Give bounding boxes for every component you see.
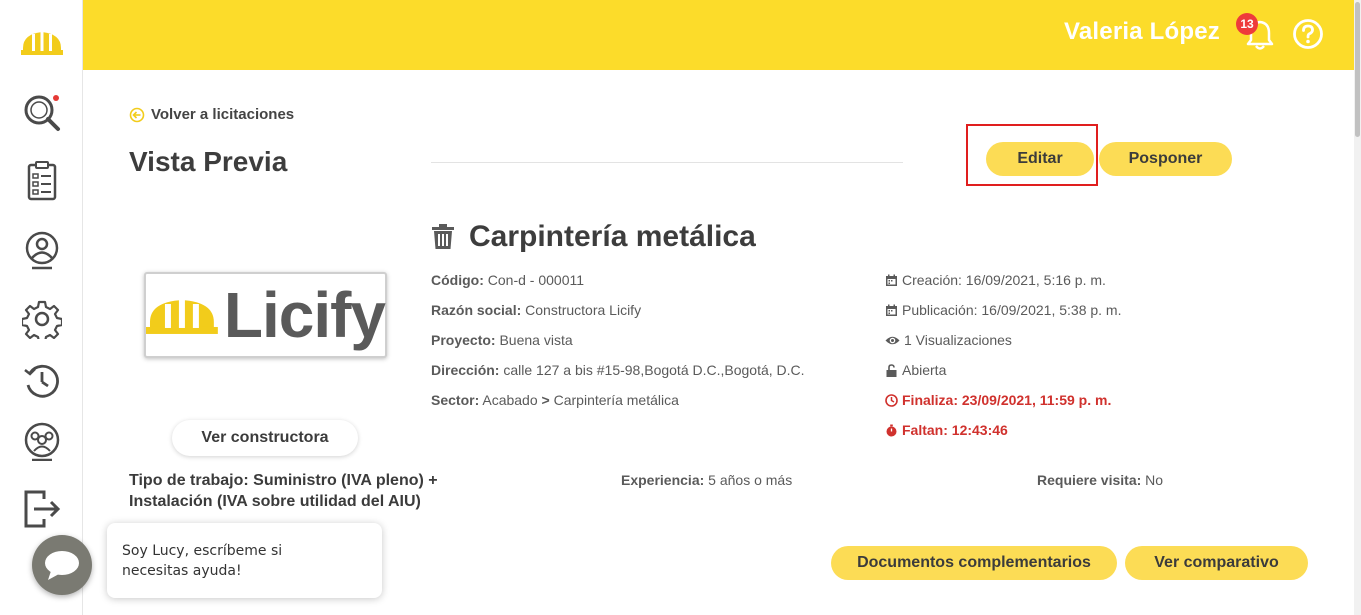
meta-faltan: Faltan: 12:43:46 <box>885 422 1008 438</box>
meta-creacion: Creación: 16/09/2021, 5:16 p. m. <box>885 272 1106 288</box>
info-codigo: Código: Con-d - 000011 <box>431 272 584 288</box>
work-type-line-1: Tipo de trabajo: Suministro (IVA pleno) … <box>129 472 438 489</box>
info-direccion: Dirección: calle 127 a bis #15-98,Bogotá… <box>431 362 805 378</box>
meta-publicacion-text: Publicación: 16/09/2021, 5:38 p. m. <box>902 302 1122 318</box>
info-value: Constructora Licify <box>525 302 642 318</box>
notification-badge: 13 <box>1236 13 1258 35</box>
search-icon[interactable] <box>21 92 63 134</box>
meta-estado: Abierta <box>885 362 946 378</box>
meta-faltan-text: Faltan: 12:43:46 <box>902 422 1008 438</box>
info-label: Experiencia: <box>621 472 705 488</box>
project-name: Carpintería metálica <box>469 220 756 253</box>
divider <box>431 162 903 163</box>
logout-icon[interactable] <box>21 488 63 530</box>
info-requiere-visita: Requiere visita: No <box>1037 472 1163 488</box>
scrollbar-thumb[interactable] <box>1355 2 1360 137</box>
info-label: Proyecto: <box>431 332 496 348</box>
checklist-icon[interactable] <box>21 160 63 202</box>
view-company-button[interactable]: Ver constructora <box>172 420 358 456</box>
chat-message: Soy Lucy, escríbeme si necesitas ayuda! <box>107 523 382 598</box>
postpone-button[interactable]: Posponer <box>1099 142 1232 176</box>
work-type: Tipo de trabajo: Suministro (IVA pleno) … <box>129 470 439 512</box>
info-value: No <box>1145 472 1164 488</box>
helmet-logo-icon <box>146 298 218 334</box>
info-value: Con-d - 000011 <box>487 272 585 288</box>
info-sector: Sector: Acabado > Carpintería metálica <box>431 392 679 408</box>
page-title: Vista Previa <box>129 146 288 177</box>
project-title: Carpintería metálica <box>431 220 756 254</box>
meta-creacion-text: Creación: 16/09/2021, 5:16 p. m. <box>902 272 1106 288</box>
meta-visualizaciones-text: 1 Visualizaciones <box>904 332 1012 348</box>
licify-logo-icon[interactable] <box>20 26 64 58</box>
team-icon[interactable] <box>21 420 63 462</box>
complementary-documents-button[interactable]: Documentos complementarios <box>831 546 1117 580</box>
user-name[interactable]: Valeria López <box>1064 18 1220 46</box>
meta-finaliza-text: Finaliza: 23/09/2021, 11:59 p. m. <box>902 392 1112 408</box>
clock-icon <box>885 393 898 407</box>
view-comparison-button[interactable]: Ver comparativo <box>1125 546 1308 580</box>
gear-icon[interactable] <box>21 298 63 340</box>
info-label: Sector: <box>431 392 480 408</box>
info-label: Requiere visita: <box>1037 472 1142 488</box>
work-type-line-2: Instalación (IVA sobre utilidad del AIU) <box>129 493 421 510</box>
sidebar <box>0 0 83 615</box>
meta-publicacion: Publicación: 16/09/2021, 5:38 p. m. <box>885 302 1121 318</box>
chat-button[interactable] <box>32 535 92 595</box>
meta-visualizaciones: 1 Visualizaciones <box>885 332 1012 348</box>
back-link[interactable]: Volver a licitaciones <box>129 106 294 123</box>
calendar-icon <box>886 274 897 286</box>
eye-icon <box>885 336 900 344</box>
help-icon[interactable] <box>1292 18 1324 50</box>
chat-bubble-icon <box>45 551 79 580</box>
info-razon-social: Razón social: Constructora Licify <box>431 302 641 318</box>
info-value: Carpintería metálica <box>553 392 679 408</box>
chat-message-line-1: Soy Lucy, escríbeme si <box>122 543 283 559</box>
company-logo: Licify <box>144 272 387 358</box>
stopwatch-icon <box>886 424 897 436</box>
info-label: Código: <box>431 272 484 288</box>
meta-estado-text: Abierta <box>902 362 947 378</box>
info-experiencia: Experiencia: 5 años o más <box>621 472 792 488</box>
chat-message-line-2: necesitas ayuda! <box>122 563 242 579</box>
trash-icon[interactable] <box>431 224 455 250</box>
info-label: Dirección: <box>431 362 500 378</box>
info-value: calle 127 a bis #15-98,Bogotá D.C.,Bogot… <box>503 362 805 378</box>
info-proyecto: Proyecto: Buena vista <box>431 332 573 348</box>
user-icon[interactable] <box>21 230 63 272</box>
history-icon[interactable] <box>21 360 63 402</box>
info-value: Buena vista <box>499 332 573 348</box>
scrollbar[interactable] <box>1354 0 1361 615</box>
unlock-icon <box>886 363 897 377</box>
info-label: Razón social: <box>431 302 522 318</box>
info-value: Acabado <box>482 392 538 408</box>
logo-wordmark: Licify <box>223 279 386 351</box>
calendar-icon <box>886 304 897 316</box>
meta-finaliza: Finaliza: 23/09/2021, 11:59 p. m. <box>885 392 1111 408</box>
info-value: 5 años o más <box>708 472 793 488</box>
top-bar: Valeria López 13 <box>83 0 1354 70</box>
arrow-left-circle-icon <box>129 107 145 122</box>
sector-separator: > <box>541 392 550 408</box>
edit-button-highlight <box>966 124 1098 186</box>
back-link-label: Volver a licitaciones <box>151 106 295 123</box>
